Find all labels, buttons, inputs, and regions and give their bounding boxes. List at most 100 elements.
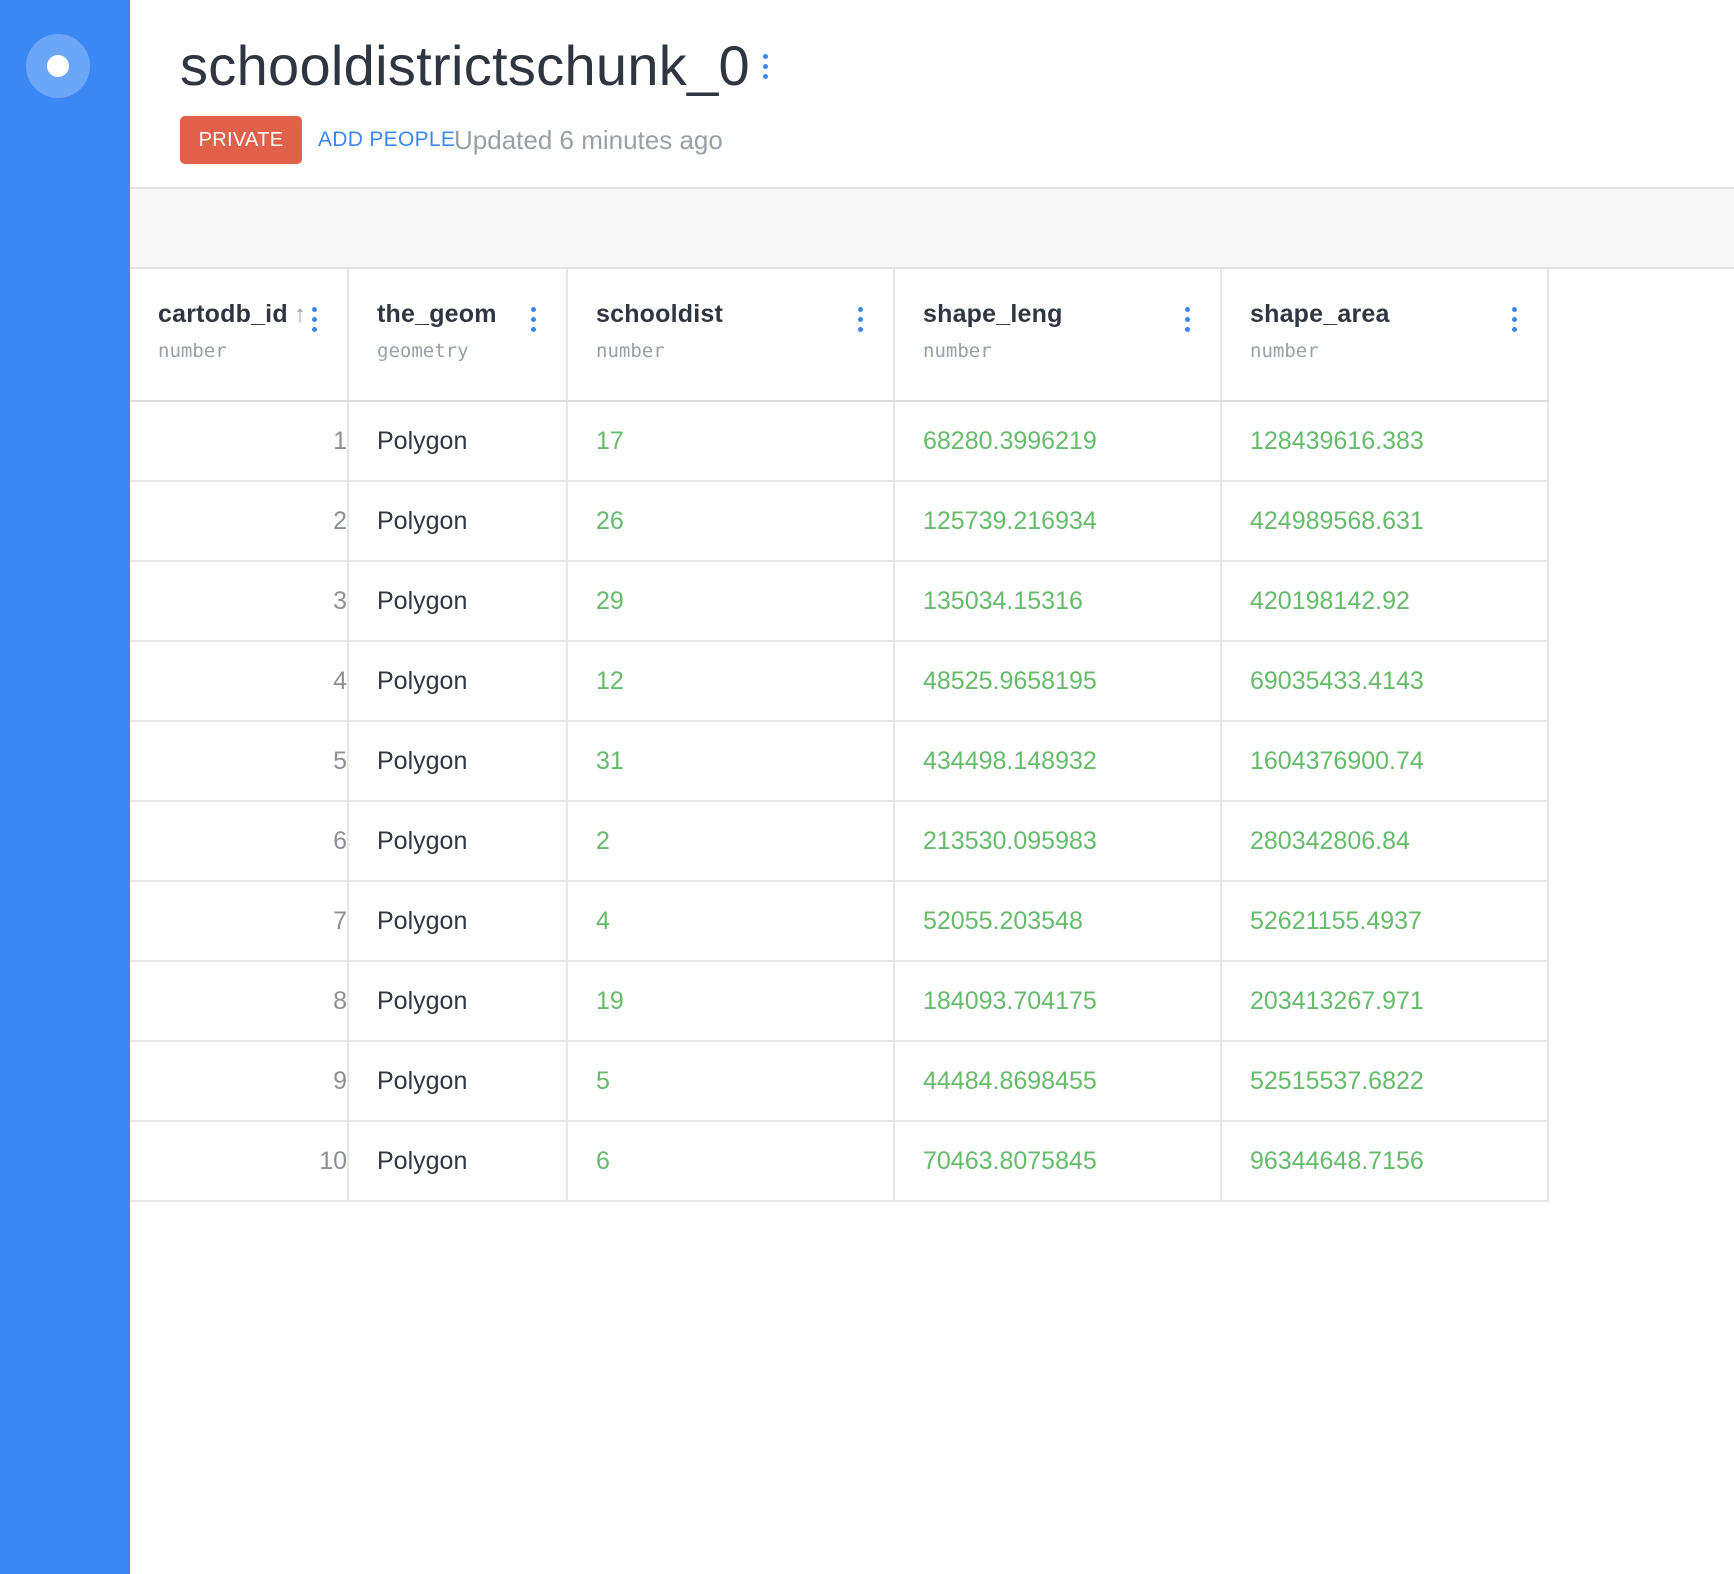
cell-shape-area[interactable]: 1604376900.74 — [1221, 721, 1549, 802]
more-vertical-icon — [311, 307, 317, 312]
privacy-button[interactable]: PRIVATE — [180, 116, 302, 164]
cell-schooldist[interactable]: 26 — [567, 481, 895, 562]
cell-schooldist[interactable]: 6 — [567, 1121, 895, 1202]
more-vertical-icon — [762, 53, 768, 59]
cell-the-geom[interactable]: Polygon — [348, 881, 568, 962]
table-row[interactable]: 8 Polygon 19 184093.704175 203413267.971 — [130, 961, 1549, 1042]
cell-schooldist[interactable]: 12 — [567, 641, 895, 722]
column-header-shape-area[interactable]: shape_area number — [1221, 269, 1549, 402]
column-header-shape-leng[interactable]: shape_leng number — [894, 269, 1222, 402]
cell-shape-leng[interactable]: 68280.3996219 — [894, 401, 1222, 482]
cell-the-geom[interactable]: Polygon — [348, 721, 568, 802]
cell-shape-leng[interactable]: 434498.148932 — [894, 721, 1222, 802]
column-type: number — [1250, 339, 1319, 362]
cell-schooldist[interactable]: 19 — [567, 961, 895, 1042]
column-options-menu[interactable] — [1177, 302, 1197, 338]
cell-the-geom[interactable]: Polygon — [348, 561, 568, 642]
column-name: shape_leng — [923, 299, 1063, 328]
cell-shape-area[interactable]: 69035433.4143 — [1221, 641, 1549, 722]
page-title: schooldistrictschunk_0 — [180, 34, 750, 97]
updated-timestamp: Updated 6 minutes ago — [454, 125, 723, 155]
cell-the-geom[interactable]: Polygon — [348, 481, 568, 562]
cell-cartodb-id[interactable]: 2 — [130, 481, 349, 562]
column-type: number — [596, 339, 665, 362]
cell-schooldist[interactable]: 2 — [567, 801, 895, 882]
table-row[interactable]: 1 Polygon 17 68280.3996219 128439616.383 — [130, 401, 1549, 482]
cell-shape-leng[interactable]: 213530.095983 — [894, 801, 1222, 882]
table-row[interactable]: 4 Polygon 12 48525.9658195 69035433.4143 — [130, 641, 1549, 722]
cell-cartodb-id[interactable]: 7 — [130, 881, 349, 962]
cell-the-geom[interactable]: Polygon — [348, 801, 568, 882]
more-vertical-icon — [1184, 307, 1190, 312]
cell-cartodb-id[interactable]: 9 — [130, 1041, 349, 1122]
cell-the-geom[interactable]: Polygon — [348, 1041, 568, 1122]
column-options-menu[interactable] — [304, 302, 324, 338]
cell-the-geom[interactable]: Polygon — [348, 401, 568, 482]
column-name: schooldist — [596, 299, 724, 328]
cell-cartodb-id[interactable]: 10 — [130, 1121, 349, 1202]
cell-shape-leng[interactable]: 44484.8698455 — [894, 1041, 1222, 1122]
column-type: number — [923, 339, 992, 362]
cell-schooldist[interactable]: 31 — [567, 721, 895, 802]
cell-cartodb-id[interactable]: 3 — [130, 561, 349, 642]
cell-shape-leng[interactable]: 184093.704175 — [894, 961, 1222, 1042]
cell-the-geom[interactable]: Polygon — [348, 1121, 568, 1202]
more-vertical-icon — [530, 307, 536, 312]
column-type: number — [158, 339, 227, 362]
column-header-the-geom[interactable]: the_geom geometry — [348, 269, 568, 402]
cell-shape-leng[interactable]: 70463.8075845 — [894, 1121, 1222, 1202]
column-header-schooldist[interactable]: schooldist number — [567, 269, 895, 402]
table-row[interactable]: 7 Polygon 4 52055.203548 52621155.4937 — [130, 881, 1549, 962]
cell-shape-area[interactable]: 424989568.631 — [1221, 481, 1549, 562]
cell-shape-leng[interactable]: 125739.216934 — [894, 481, 1222, 562]
column-header-cartodb-id[interactable]: cartodb_id number ↑ — [130, 269, 349, 402]
table-body: 1 Polygon 17 68280.3996219 128439616.383… — [130, 401, 1549, 1202]
cell-cartodb-id[interactable]: 6 — [130, 801, 349, 882]
cell-shape-leng[interactable]: 48525.9658195 — [894, 641, 1222, 722]
main-panel: schooldistrictschunk_0 PRIVATE ADD PEOPL… — [130, 0, 1734, 1574]
logo-button[interactable] — [26, 34, 90, 98]
table-row[interactable]: 10 Polygon 6 70463.8075845 96344648.7156 — [130, 1121, 1549, 1202]
cell-schooldist[interactable]: 17 — [567, 401, 895, 482]
table-row[interactable]: 2 Polygon 26 125739.216934 424989568.631 — [130, 481, 1549, 562]
column-options-menu[interactable] — [1504, 302, 1524, 338]
cell-the-geom[interactable]: Polygon — [348, 641, 568, 722]
add-people-link[interactable]: ADD PEOPLE — [318, 124, 455, 156]
cell-the-geom[interactable]: Polygon — [348, 961, 568, 1042]
cell-schooldist[interactable]: 4 — [567, 881, 895, 962]
data-table: cartodb_id number ↑ the_geom geometry sc… — [130, 269, 1549, 1202]
table-row[interactable]: 5 Polygon 31 434498.148932 1604376900.74 — [130, 721, 1549, 802]
column-name: shape_area — [1250, 299, 1390, 328]
dataset-options-menu[interactable] — [750, 46, 780, 86]
more-vertical-icon — [857, 307, 863, 312]
column-type: geometry — [377, 339, 469, 362]
more-vertical-icon — [1511, 307, 1517, 312]
logo-icon — [47, 55, 69, 77]
dataset-header: schooldistrictschunk_0 PRIVATE ADD PEOPL… — [130, 0, 1734, 189]
column-options-menu[interactable] — [850, 302, 870, 338]
cell-schooldist[interactable]: 29 — [567, 561, 895, 642]
column-name: the_geom — [377, 299, 497, 328]
cell-cartodb-id[interactable]: 4 — [130, 641, 349, 722]
cell-shape-area[interactable]: 203413267.971 — [1221, 961, 1549, 1042]
cell-shape-area[interactable]: 52621155.4937 — [1221, 881, 1549, 962]
cell-schooldist[interactable]: 5 — [567, 1041, 895, 1122]
table-row[interactable]: 3 Polygon 29 135034.15316 420198142.92 — [130, 561, 1549, 642]
cell-shape-area[interactable]: 420198142.92 — [1221, 561, 1549, 642]
cell-cartodb-id[interactable]: 5 — [130, 721, 349, 802]
cell-shape-area[interactable]: 96344648.7156 — [1221, 1121, 1549, 1202]
cell-cartodb-id[interactable]: 8 — [130, 961, 349, 1042]
table-toolbar — [130, 189, 1734, 269]
cell-cartodb-id[interactable]: 1 — [130, 401, 349, 482]
column-options-menu[interactable] — [523, 302, 543, 338]
cell-shape-leng[interactable]: 52055.203548 — [894, 881, 1222, 962]
cell-shape-area[interactable]: 128439616.383 — [1221, 401, 1549, 482]
cell-shape-leng[interactable]: 135034.15316 — [894, 561, 1222, 642]
table-row[interactable]: 9 Polygon 5 44484.8698455 52515537.6822 — [130, 1041, 1549, 1122]
table-header-row: cartodb_id number ↑ the_geom geometry sc… — [130, 269, 1549, 402]
cell-shape-area[interactable]: 280342806.84 — [1221, 801, 1549, 882]
column-name: cartodb_id — [158, 299, 288, 328]
table-row[interactable]: 6 Polygon 2 213530.095983 280342806.84 — [130, 801, 1549, 882]
sidebar — [0, 0, 130, 1574]
cell-shape-area[interactable]: 52515537.6822 — [1221, 1041, 1549, 1122]
